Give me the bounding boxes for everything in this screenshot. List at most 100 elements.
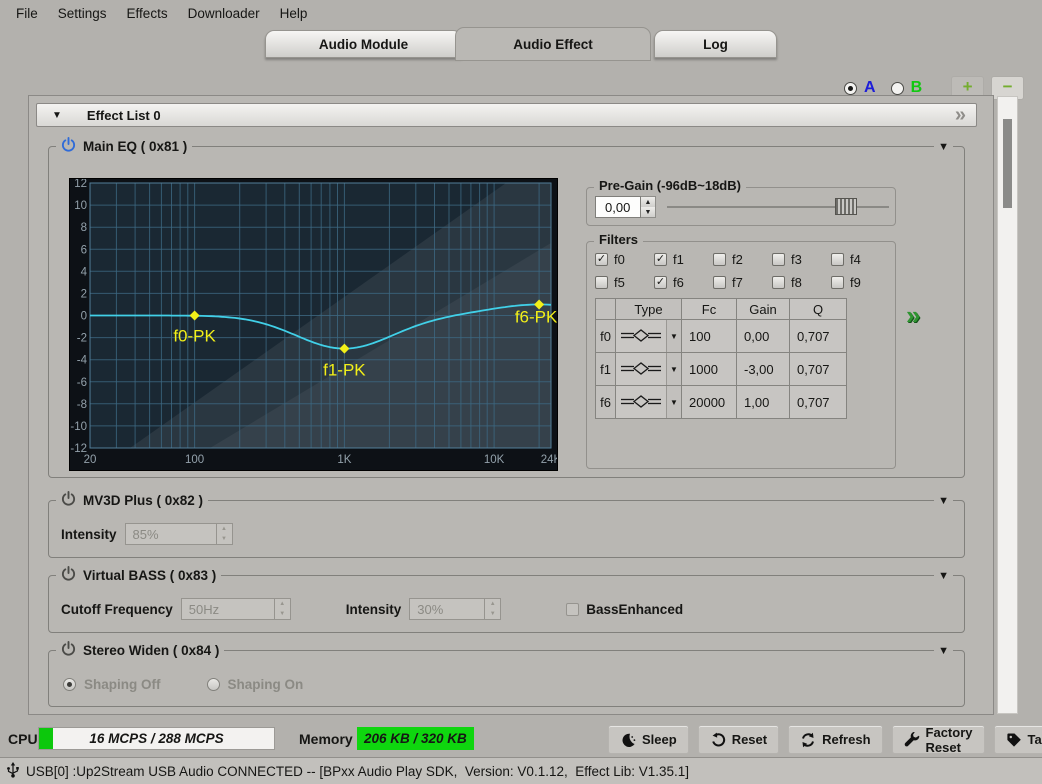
filter-checkbox-f8[interactable]: f8 <box>772 275 831 290</box>
factory-reset-button[interactable]: Factory Reset <box>892 725 985 754</box>
sleep-button-label: Sleep <box>642 732 677 747</box>
filter-checkbox-f6[interactable]: ✓f6 <box>654 275 713 290</box>
filter-fc-cell[interactable]: 100 <box>682 320 737 353</box>
svg-text:-10: -10 <box>70 421 87 433</box>
chevron-down-icon: ▼ <box>666 353 681 385</box>
filter-gain-cell[interactable]: 1,00 <box>737 386 790 419</box>
pre-gain-slider-track[interactable] <box>667 206 889 208</box>
filter-checkbox-f7[interactable]: f7 <box>713 275 772 290</box>
filter-type-dropdown[interactable]: ▼ <box>616 320 682 353</box>
header-gain: Gain <box>737 299 790 320</box>
menu-item-downloader[interactable]: Downloader <box>178 3 270 24</box>
filter-fc-cell[interactable]: 20000 <box>682 386 737 419</box>
reset-button[interactable]: Reset <box>698 725 779 754</box>
eq-graph[interactable]: 121086420-2-4-6-8-10-12201001K10K24Kf0-P… <box>69 178 556 469</box>
tab-audio-module[interactable]: Audio Module <box>265 30 462 58</box>
pre-gain-slider-thumb[interactable] <box>835 198 857 215</box>
mv3d-collapse-button[interactable]: ▼ <box>934 496 953 507</box>
menu-item-settings[interactable]: Settings <box>48 3 117 24</box>
reset-button-label: Reset <box>732 732 767 747</box>
intensity-spinbox-disabled: 85% ▲▼ <box>125 523 233 545</box>
svg-text:12: 12 <box>74 178 87 190</box>
filter-table-row-f1: f1▼1000-3,000,707 <box>596 353 847 386</box>
tab-log[interactable]: Log <box>654 30 777 58</box>
power-toggle-icon[interactable] <box>61 566 76 584</box>
filter-checkbox-f1[interactable]: ✓f1 <box>654 252 713 267</box>
sleep-button[interactable]: Sleep <box>608 725 689 754</box>
filter-checkbox-f9[interactable]: f9 <box>831 275 890 290</box>
filter-gain-cell[interactable]: -3,00 <box>737 353 790 386</box>
filter-checkbox-f4[interactable]: f4 <box>831 252 890 267</box>
pre-gain-value[interactable]: 0,00 <box>595 196 641 218</box>
filter-type-dropdown[interactable]: ▼ <box>616 353 682 386</box>
pre-gain-title: Pre-Gain (-96dB~18dB) <box>594 178 746 193</box>
tag-button[interactable]: Tag... <box>994 725 1042 754</box>
cpu-meter: 16 MCPS / 288 MCPS <box>38 727 275 750</box>
moon-icon <box>620 732 636 748</box>
filter-checkbox-grid: ✓f0✓f1f2f3f4 f5✓f6f7 f8 f9 <box>595 252 890 290</box>
filter-type-dropdown[interactable]: ▼ <box>616 386 682 419</box>
footer-buttons: Sleep Reset Refresh Factory Reset Tag... <box>608 725 1042 754</box>
vbass-collapse-button[interactable]: ▼ <box>934 571 953 582</box>
filter-checkbox-f5[interactable]: f5 <box>595 275 654 290</box>
checkbox-unchecked-icon <box>831 276 844 289</box>
power-toggle-icon[interactable] <box>61 137 76 155</box>
tab-audio-effect[interactable]: Audio Effect <box>455 27 651 61</box>
factory-reset-button-label: Factory Reset <box>926 725 973 755</box>
filter-q-cell[interactable]: 0,707 <box>790 386 847 419</box>
effect-list-header[interactable]: ▼ Effect List 0 » <box>36 103 977 127</box>
peaking-filter-icon <box>616 327 666 345</box>
power-toggle-icon[interactable] <box>61 491 76 509</box>
filter-checkbox-label: f9 <box>850 275 861 290</box>
main-eq-collapse-button[interactable]: ▼ <box>934 142 953 153</box>
intensity-label: Intensity <box>61 527 117 542</box>
checkbox-unchecked-icon <box>831 253 844 266</box>
bass-enhanced-checkbox <box>566 603 579 616</box>
menu-item-file[interactable]: File <box>6 3 48 24</box>
widen-collapse-button[interactable]: ▼ <box>934 646 953 657</box>
menu-item-effects[interactable]: Effects <box>117 3 178 24</box>
filter-q-cell[interactable]: 0,707 <box>790 353 847 386</box>
refresh-button[interactable]: Refresh <box>788 725 882 754</box>
filter-table-row-f0: f0▼1000,000,707 <box>596 320 847 353</box>
collapse-icon[interactable]: ▼ <box>52 110 62 121</box>
spin-up-button[interactable]: ▲ <box>641 197 655 207</box>
filter-fc-cell[interactable]: 1000 <box>682 353 737 386</box>
checkbox-checked-icon: ✓ <box>595 253 608 266</box>
effect-list-title: Effect List 0 <box>87 108 161 123</box>
preset-a-radio[interactable] <box>844 82 857 95</box>
filter-checkbox-f3[interactable]: f3 <box>772 252 831 267</box>
spin-down-button[interactable]: ▼ <box>641 207 655 217</box>
checkbox-unchecked-icon <box>772 276 785 289</box>
scrollbar-thumb[interactable] <box>1003 119 1012 208</box>
filter-table-row-f6: f6 ▼200001,000,707 <box>596 386 847 419</box>
preset-b-radio[interactable] <box>891 82 904 95</box>
filter-gain-cell[interactable]: 0,00 <box>737 320 790 353</box>
cpu-label: CPU <box>8 731 38 747</box>
filter-checkbox-f0[interactable]: ✓f0 <box>595 252 654 267</box>
svg-text:-4: -4 <box>77 355 88 367</box>
filter-row-name: f6 <box>596 386 616 419</box>
shaping-on-radio <box>207 678 220 691</box>
spin-down-icon: ▼ <box>221 536 227 542</box>
svg-text:6: 6 <box>81 244 87 256</box>
filter-q-cell[interactable]: 0,707 <box>790 320 847 353</box>
chevron-down-icon: ▼ <box>666 386 681 418</box>
svg-text:-8: -8 <box>77 399 87 411</box>
cutoff-spinbox-disabled: 50Hz ▲▼ <box>181 598 291 620</box>
filters-title: Filters <box>594 232 643 247</box>
menu-item-help[interactable]: Help <box>270 3 318 24</box>
filter-checkbox-label: f8 <box>791 275 802 290</box>
virtual-bass-title: Virtual BASS ( 0x83 ) <box>83 568 216 583</box>
vertical-scrollbar[interactable] <box>997 96 1018 714</box>
double-chevron-icon[interactable]: » <box>955 108 964 122</box>
checkbox-unchecked-icon <box>595 276 608 289</box>
apply-filters-button[interactable]: » <box>906 305 917 325</box>
refresh-button-label: Refresh <box>822 732 870 747</box>
shaping-on-label: Shaping On <box>228 677 304 692</box>
filter-checkbox-f2[interactable]: f2 <box>713 252 772 267</box>
pre-gain-spinbox[interactable]: 0,00 ▲ ▼ <box>595 196 656 218</box>
power-toggle-icon[interactable] <box>61 641 76 659</box>
filter-table-header: Type Fc Gain Q <box>596 299 847 320</box>
svg-text:1K: 1K <box>337 454 351 466</box>
